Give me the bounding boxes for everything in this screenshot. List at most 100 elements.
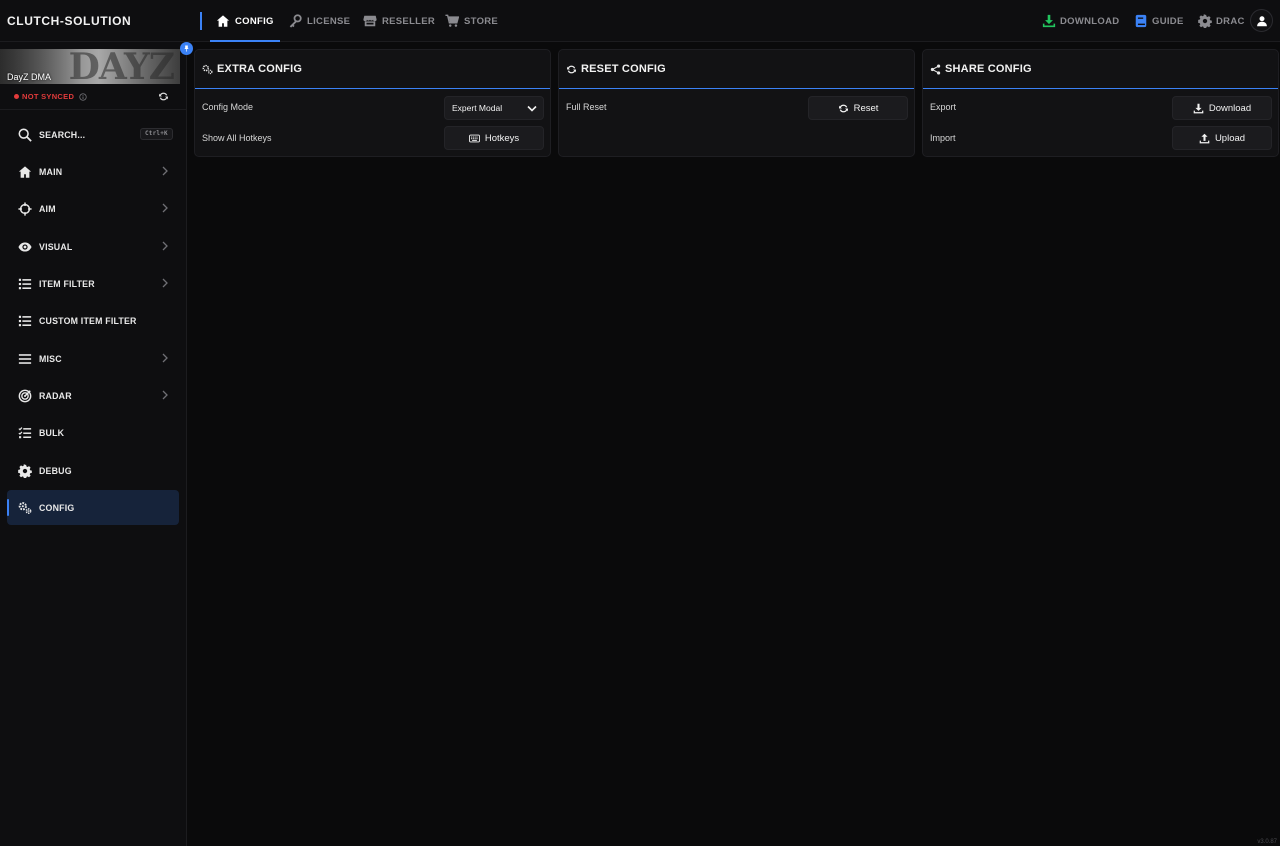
hotkeys-label: Show All Hotkeys (202, 133, 272, 143)
game-banner[interactable]: DAYZ DayZ DMA (0, 49, 180, 84)
extra-config-card: EXTRA CONFIG Config Mode Expert Modal Sh… (194, 49, 551, 157)
sidebar-item-label: RADAR (39, 390, 72, 401)
sidebar-item-bulk[interactable]: BULK (7, 415, 179, 450)
sidebar-item-aim[interactable]: AIM (7, 191, 179, 226)
list-icon (18, 315, 32, 326)
search-shortcut: Ctrl+K (140, 128, 173, 140)
brand-logo: CLUTCH-SOLUTION (7, 14, 132, 28)
card-header: RESET CONFIG (559, 50, 914, 89)
sidebar-item-label: AIM (39, 203, 56, 214)
sidebar-search[interactable]: SEARCH... Ctrl+K (7, 117, 179, 152)
keyboard-icon (468, 134, 480, 142)
upload-config-button-label: Upload (1214, 132, 1246, 144)
tab-reseller-label: RESELLER (382, 15, 436, 27)
sidebar-item-label: BULK (39, 427, 65, 438)
chevron-right-icon (162, 241, 168, 251)
gear-icon (18, 463, 32, 478)
pin-icon (184, 45, 189, 52)
nav-separator (200, 12, 202, 30)
eye-icon (18, 241, 32, 252)
user-settings-link[interactable]: DRAC (1198, 0, 1245, 42)
sidebar: DAYZ DayZ DMA NOT SYNCED SEARCH... Ctrl+… (0, 42, 187, 846)
export-label: Export (930, 102, 957, 112)
sidebar-item-misc[interactable]: MISC (7, 341, 179, 376)
pin-badge[interactable] (180, 42, 193, 55)
full-reset-label: Full Reset (566, 102, 607, 112)
store-icon (363, 15, 377, 27)
sidebar-item-label: DEBUG (39, 465, 72, 476)
sidebar-item-debug[interactable]: DEBUG (7, 453, 179, 488)
home-icon (18, 165, 32, 178)
gear-icon (1198, 14, 1212, 28)
menu-icon (18, 353, 32, 364)
tab-reseller[interactable]: RESELLER (363, 0, 435, 42)
gears-icon (18, 501, 32, 514)
hotkeys-button-label: Hotkeys (484, 132, 520, 144)
config-mode-value: Expert Modal (452, 103, 503, 113)
avatar[interactable] (1250, 9, 1273, 32)
guide-link-label: GUIDE (1152, 15, 1184, 27)
card-title: EXTRA CONFIG (217, 63, 303, 75)
chevron-right-icon (162, 278, 168, 288)
download-link-label: DOWNLOAD (1060, 15, 1120, 27)
config-mode-select[interactable]: Expert Modal (444, 96, 544, 120)
reset-button-label: Reset (853, 102, 879, 114)
sidebar-item-config[interactable]: CONFIG (7, 490, 179, 525)
tab-license[interactable]: LICENSE (288, 0, 350, 42)
reset-config-card: RESET CONFIG Full Reset Reset (558, 49, 915, 157)
card-title: SHARE CONFIG (945, 63, 1032, 75)
checklist-icon (18, 426, 32, 438)
chevron-right-icon (162, 203, 168, 213)
sidebar-divider (0, 109, 187, 110)
chevron-right-icon (162, 166, 168, 176)
card-title: RESET CONFIG (581, 63, 666, 75)
download-icon (1042, 14, 1056, 28)
book-icon (1135, 14, 1147, 28)
radar-icon (18, 389, 32, 402)
key-icon (289, 14, 302, 28)
sidebar-item-label: VISUAL (39, 241, 73, 252)
list-icon (18, 278, 32, 289)
refresh-icon[interactable] (158, 91, 169, 102)
sidebar-item-label: CUSTOM ITEM FILTER (39, 315, 137, 326)
config-mode-label: Config Mode (202, 102, 254, 112)
sidebar-item-radar[interactable]: RADAR (7, 378, 179, 413)
user-name: DRAC (1216, 15, 1245, 27)
download-link[interactable]: DOWNLOAD (1042, 0, 1119, 42)
game-title: DayZ DMA (7, 72, 52, 82)
search-icon (18, 128, 32, 142)
sidebar-search-label: SEARCH... (39, 129, 86, 140)
chevron-right-icon (162, 390, 168, 400)
download-config-button[interactable]: Download (1172, 96, 1272, 120)
sync-status: NOT SYNCED (14, 92, 87, 101)
home-icon (216, 15, 230, 27)
upload-config-button[interactable]: Upload (1172, 126, 1272, 150)
sync-status-label: NOT SYNCED (22, 92, 75, 101)
refresh-icon (567, 65, 576, 73)
card-header: SHARE CONFIG (923, 50, 1278, 89)
sidebar-item-item-filter[interactable]: ITEM FILTER (7, 266, 179, 301)
share-config-card: SHARE CONFIG Export Download Import Uplo… (922, 49, 1279, 157)
crosshair-icon (18, 201, 32, 216)
tab-store-label: STORE (464, 15, 499, 27)
hotkeys-button[interactable]: Hotkeys (444, 126, 544, 150)
sidebar-item-visual[interactable]: VISUAL (7, 229, 179, 264)
guide-link[interactable]: GUIDE (1134, 0, 1184, 42)
status-dot (14, 94, 19, 99)
sidebar-item-label: ITEM FILTER (39, 278, 95, 289)
gears-icon (202, 64, 213, 74)
tab-config[interactable]: CONFIG (210, 0, 280, 42)
tab-store[interactable]: STORE (445, 0, 498, 42)
import-label: Import (930, 133, 956, 143)
download-config-button-label: Download (1208, 102, 1252, 114)
user-icon (1256, 15, 1267, 26)
tab-license-label: LICENSE (307, 15, 351, 27)
reset-button[interactable]: Reset (808, 96, 908, 120)
refresh-icon (838, 104, 848, 112)
info-icon[interactable] (79, 92, 87, 101)
download-icon (1193, 103, 1204, 113)
sidebar-item-custom-item-filter[interactable]: CUSTOM ITEM FILTER (7, 303, 179, 338)
sidebar-item-main[interactable]: MAIN (7, 154, 179, 189)
sidebar-item-label: CONFIG (39, 502, 75, 513)
share-icon (930, 63, 941, 75)
